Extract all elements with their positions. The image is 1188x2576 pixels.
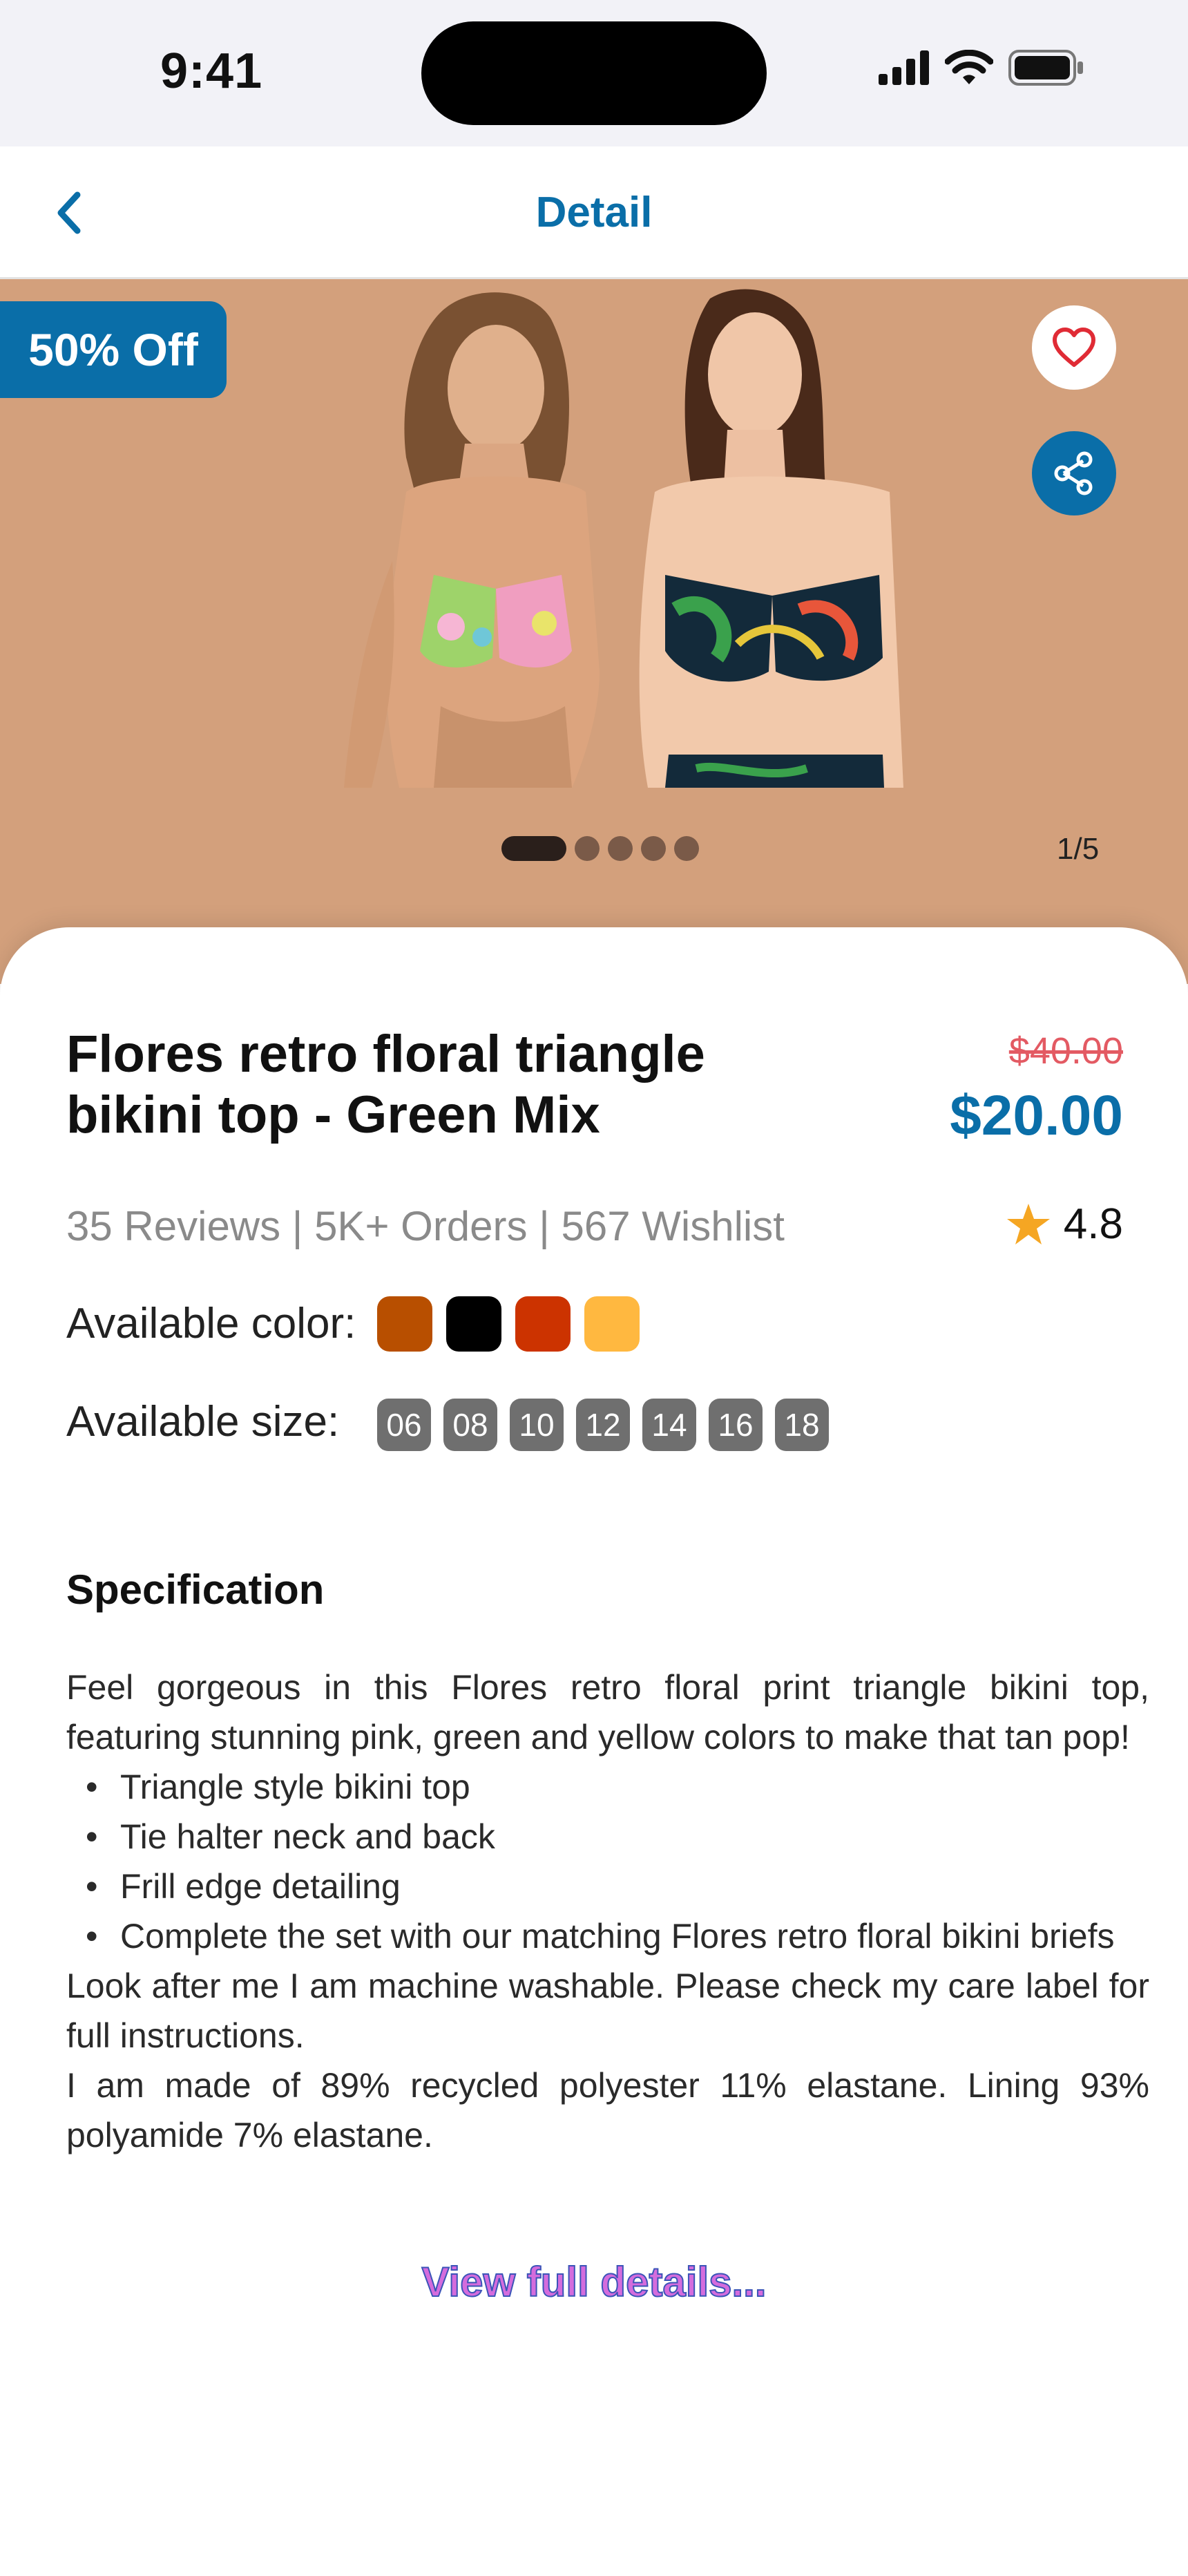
spec-bullet: Triangle style bikini top bbox=[66, 1762, 1149, 1812]
size-chip[interactable]: 12 bbox=[576, 1399, 630, 1451]
spec-bullet-list: Triangle style bikini top Tie halter nec… bbox=[66, 1762, 1149, 1961]
image-pager[interactable] bbox=[501, 836, 699, 861]
image-counter: 1/5 bbox=[1057, 832, 1100, 866]
specification-body: Feel gorgeous in this Flores retro flora… bbox=[66, 1663, 1149, 2160]
size-options: 06 08 10 12 14 16 18 bbox=[377, 1399, 829, 1451]
size-label: Available size: bbox=[66, 1398, 340, 1446]
size-chip[interactable]: 14 bbox=[642, 1399, 696, 1451]
specification-heading: Specification bbox=[66, 1566, 325, 1613]
color-swatch[interactable] bbox=[446, 1296, 501, 1352]
view-full-details-link[interactable]: View full details... bbox=[0, 2258, 1188, 2306]
color-options bbox=[377, 1296, 640, 1352]
spec-bullet: Frill edge detailing bbox=[66, 1862, 1149, 1911]
pager-dot[interactable] bbox=[575, 836, 600, 861]
spec-material: I am made of 89% recycled polyester 11% … bbox=[66, 2066, 1149, 2154]
size-chip[interactable]: 06 bbox=[377, 1399, 431, 1451]
color-swatch[interactable] bbox=[515, 1296, 571, 1352]
color-swatch[interactable] bbox=[377, 1296, 432, 1352]
share-icon bbox=[1054, 451, 1093, 495]
heart-icon bbox=[1053, 328, 1095, 367]
signal-icon bbox=[879, 50, 929, 85]
share-button[interactable] bbox=[1032, 431, 1116, 515]
wifi-icon bbox=[945, 50, 993, 84]
discount-badge: 50% Off bbox=[0, 301, 227, 398]
star-icon bbox=[1006, 1203, 1050, 1244]
status-icons bbox=[879, 50, 1084, 86]
pager-dot[interactable] bbox=[674, 836, 699, 861]
spec-care: Look after me I am machine washable. Ple… bbox=[66, 1967, 1149, 2055]
size-chip[interactable]: 10 bbox=[510, 1399, 564, 1451]
sale-price: $20.00 bbox=[950, 1084, 1123, 1147]
size-chip[interactable]: 16 bbox=[709, 1399, 763, 1451]
product-gallery[interactable]: 50% Off 1/5 bbox=[0, 279, 1188, 984]
status-time: 9:41 bbox=[160, 44, 263, 99]
original-price: $40.00 bbox=[1008, 1030, 1123, 1072]
nav-bar: Detail bbox=[0, 146, 1188, 279]
rating: 4.8 bbox=[1006, 1200, 1123, 1249]
battery-icon bbox=[1008, 50, 1083, 86]
product-image[interactable] bbox=[323, 285, 903, 788]
spec-bullet: Tie halter neck and back bbox=[66, 1812, 1149, 1862]
pager-dot[interactable] bbox=[608, 836, 633, 861]
spec-bullet: Complete the set with our matching Flore… bbox=[66, 1911, 1149, 1961]
color-swatch[interactable] bbox=[584, 1296, 640, 1352]
product-title: Flores retro floral triangle bikini top … bbox=[66, 1025, 705, 1144]
size-chip[interactable]: 08 bbox=[443, 1399, 497, 1451]
pager-dot[interactable] bbox=[641, 836, 666, 861]
rating-value: 4.8 bbox=[1063, 1200, 1123, 1248]
spec-intro: Feel gorgeous in this Flores retro flora… bbox=[66, 1668, 1149, 1756]
favorite-button[interactable] bbox=[1032, 305, 1116, 390]
color-label: Available color: bbox=[66, 1300, 356, 1347]
size-chip[interactable]: 18 bbox=[775, 1399, 829, 1451]
pager-dot[interactable] bbox=[501, 836, 566, 861]
dynamic-island bbox=[421, 21, 767, 125]
status-bar: 9:41 bbox=[0, 0, 1188, 146]
page-title: Detail bbox=[535, 189, 653, 236]
product-stats: 35 Reviews | 5K+ Orders | 567 Wishlist bbox=[66, 1203, 785, 1249]
